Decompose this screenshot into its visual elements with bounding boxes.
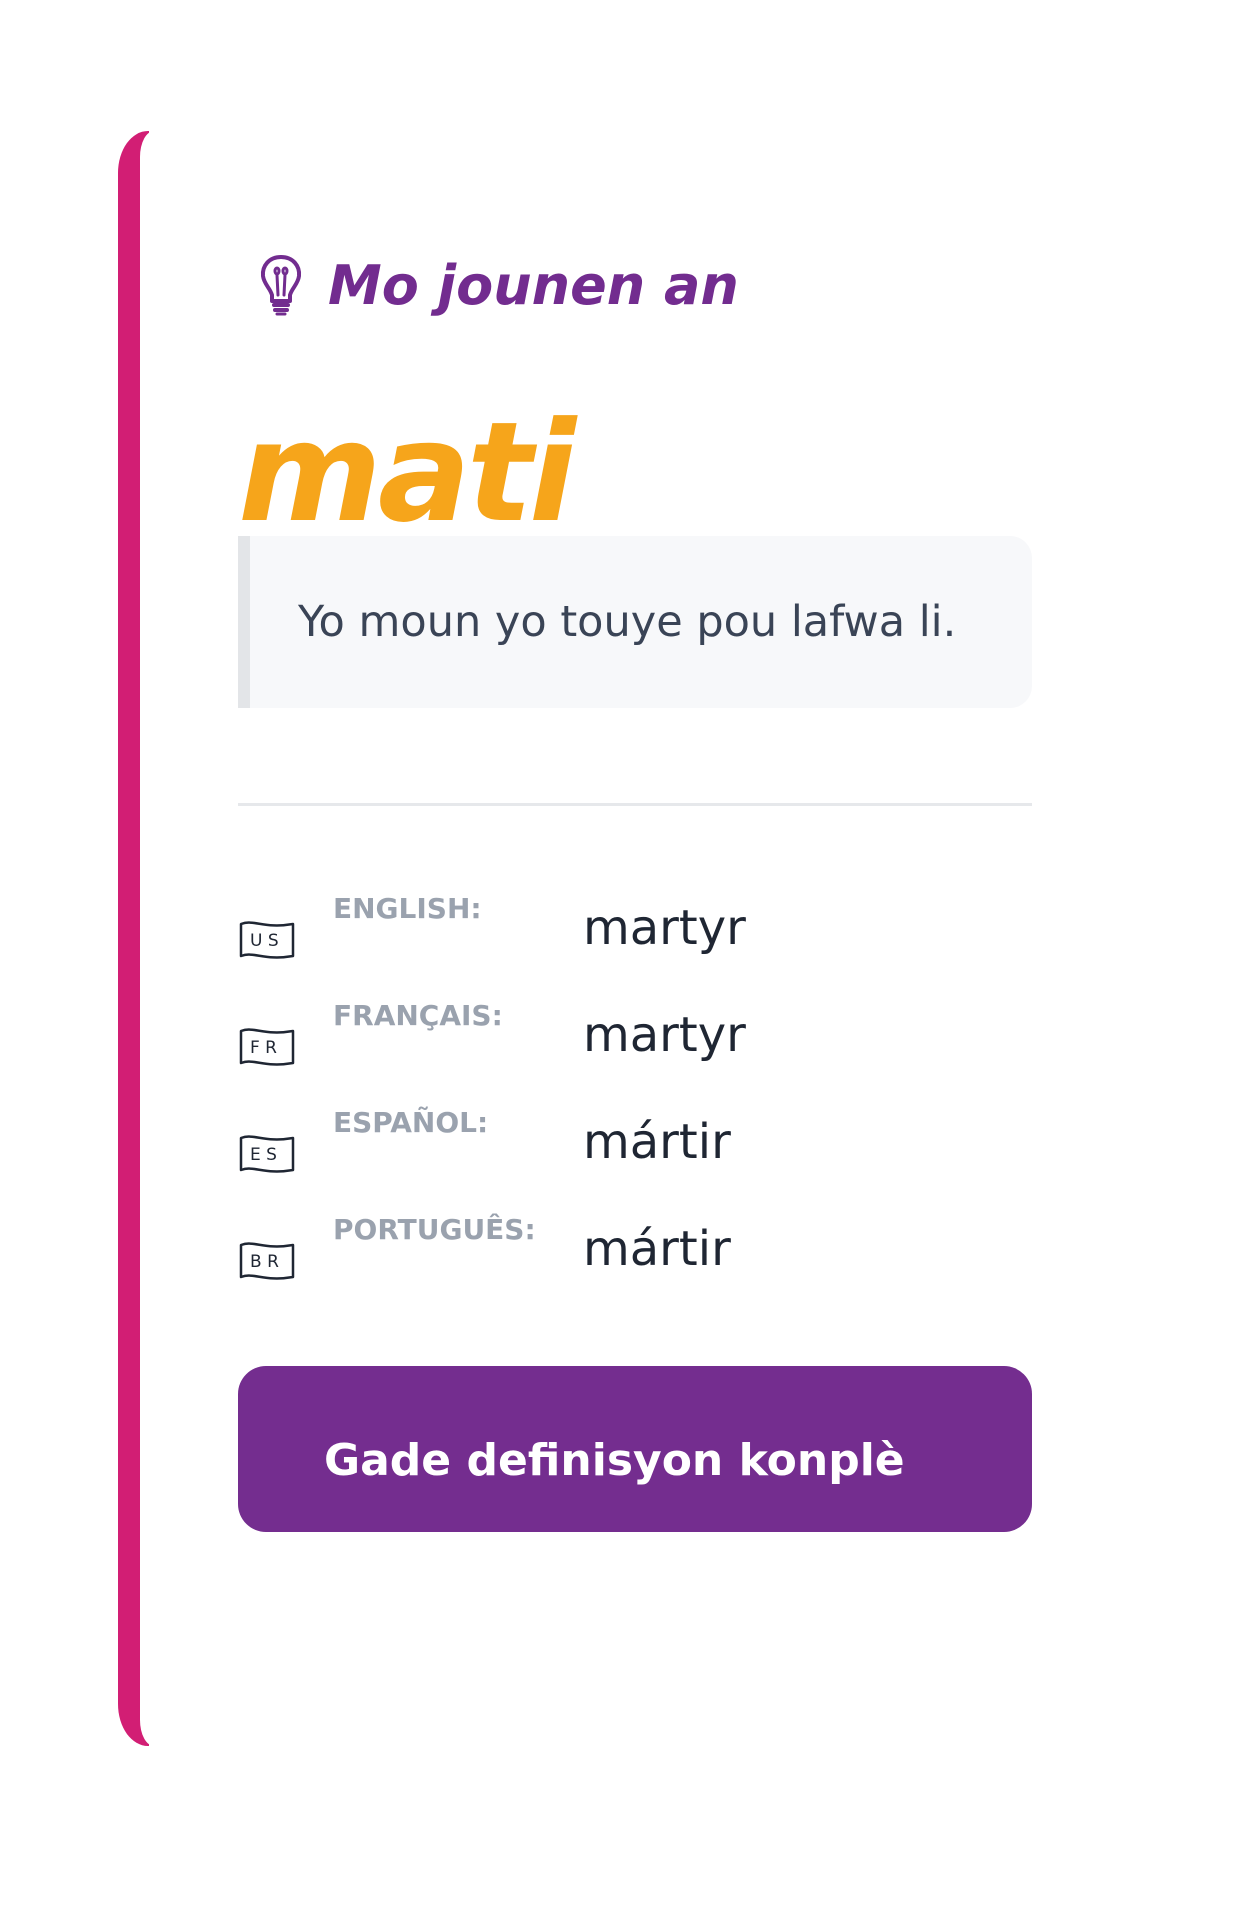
language-label: PORTUGUÊS: (333, 1213, 536, 1246)
word-of-the-day: mati (238, 392, 576, 553)
translation-value: martyr (583, 1007, 746, 1063)
translation-row-spanish: E S ESPAÑOL: mártir (238, 1104, 1032, 1211)
see-full-definition-button[interactable]: Gade definisyon konplè (238, 1366, 1032, 1532)
language-label: FRANÇAIS: (333, 999, 503, 1032)
card-title: Mo jounen an (328, 253, 739, 317)
us-flag-icon: U S (239, 921, 295, 959)
translations-list: U S ENGLISH: martyr F R FRANÇAIS: martyr… (238, 890, 1032, 1318)
translation-row-english: U S ENGLISH: martyr (238, 890, 1032, 997)
translation-row-portuguese: B R PORTUGUÊS: mártir (238, 1211, 1032, 1318)
fr-flag-icon: F R (239, 1028, 295, 1066)
divider (238, 803, 1032, 806)
language-label: ENGLISH: (333, 892, 482, 925)
translation-value: mártir (583, 1221, 731, 1277)
es-flag-icon: E S (239, 1135, 295, 1173)
es-flag-code: E S (250, 1145, 277, 1165)
us-flag-code: U S (250, 931, 279, 951)
example-sentence: Yo moun yo touye pou lafwa li. (298, 597, 957, 647)
translation-row-french: F R FRANÇAIS: martyr (238, 997, 1032, 1104)
fr-flag-code: F R (250, 1038, 277, 1058)
lightbulb-icon (260, 255, 302, 316)
translation-value: mártir (583, 1114, 731, 1170)
example-quote: Yo moun yo touye pou lafwa li. (238, 536, 1032, 708)
accent-bar-inner (140, 131, 160, 1746)
card-header: Mo jounen an (258, 250, 739, 320)
br-flag-icon: B R (239, 1242, 295, 1280)
see-full-definition-label: Gade definisyon konplè (324, 1434, 905, 1486)
language-label: ESPAÑOL: (333, 1106, 489, 1139)
br-flag-code: B R (250, 1252, 279, 1272)
translation-value: martyr (583, 900, 746, 956)
